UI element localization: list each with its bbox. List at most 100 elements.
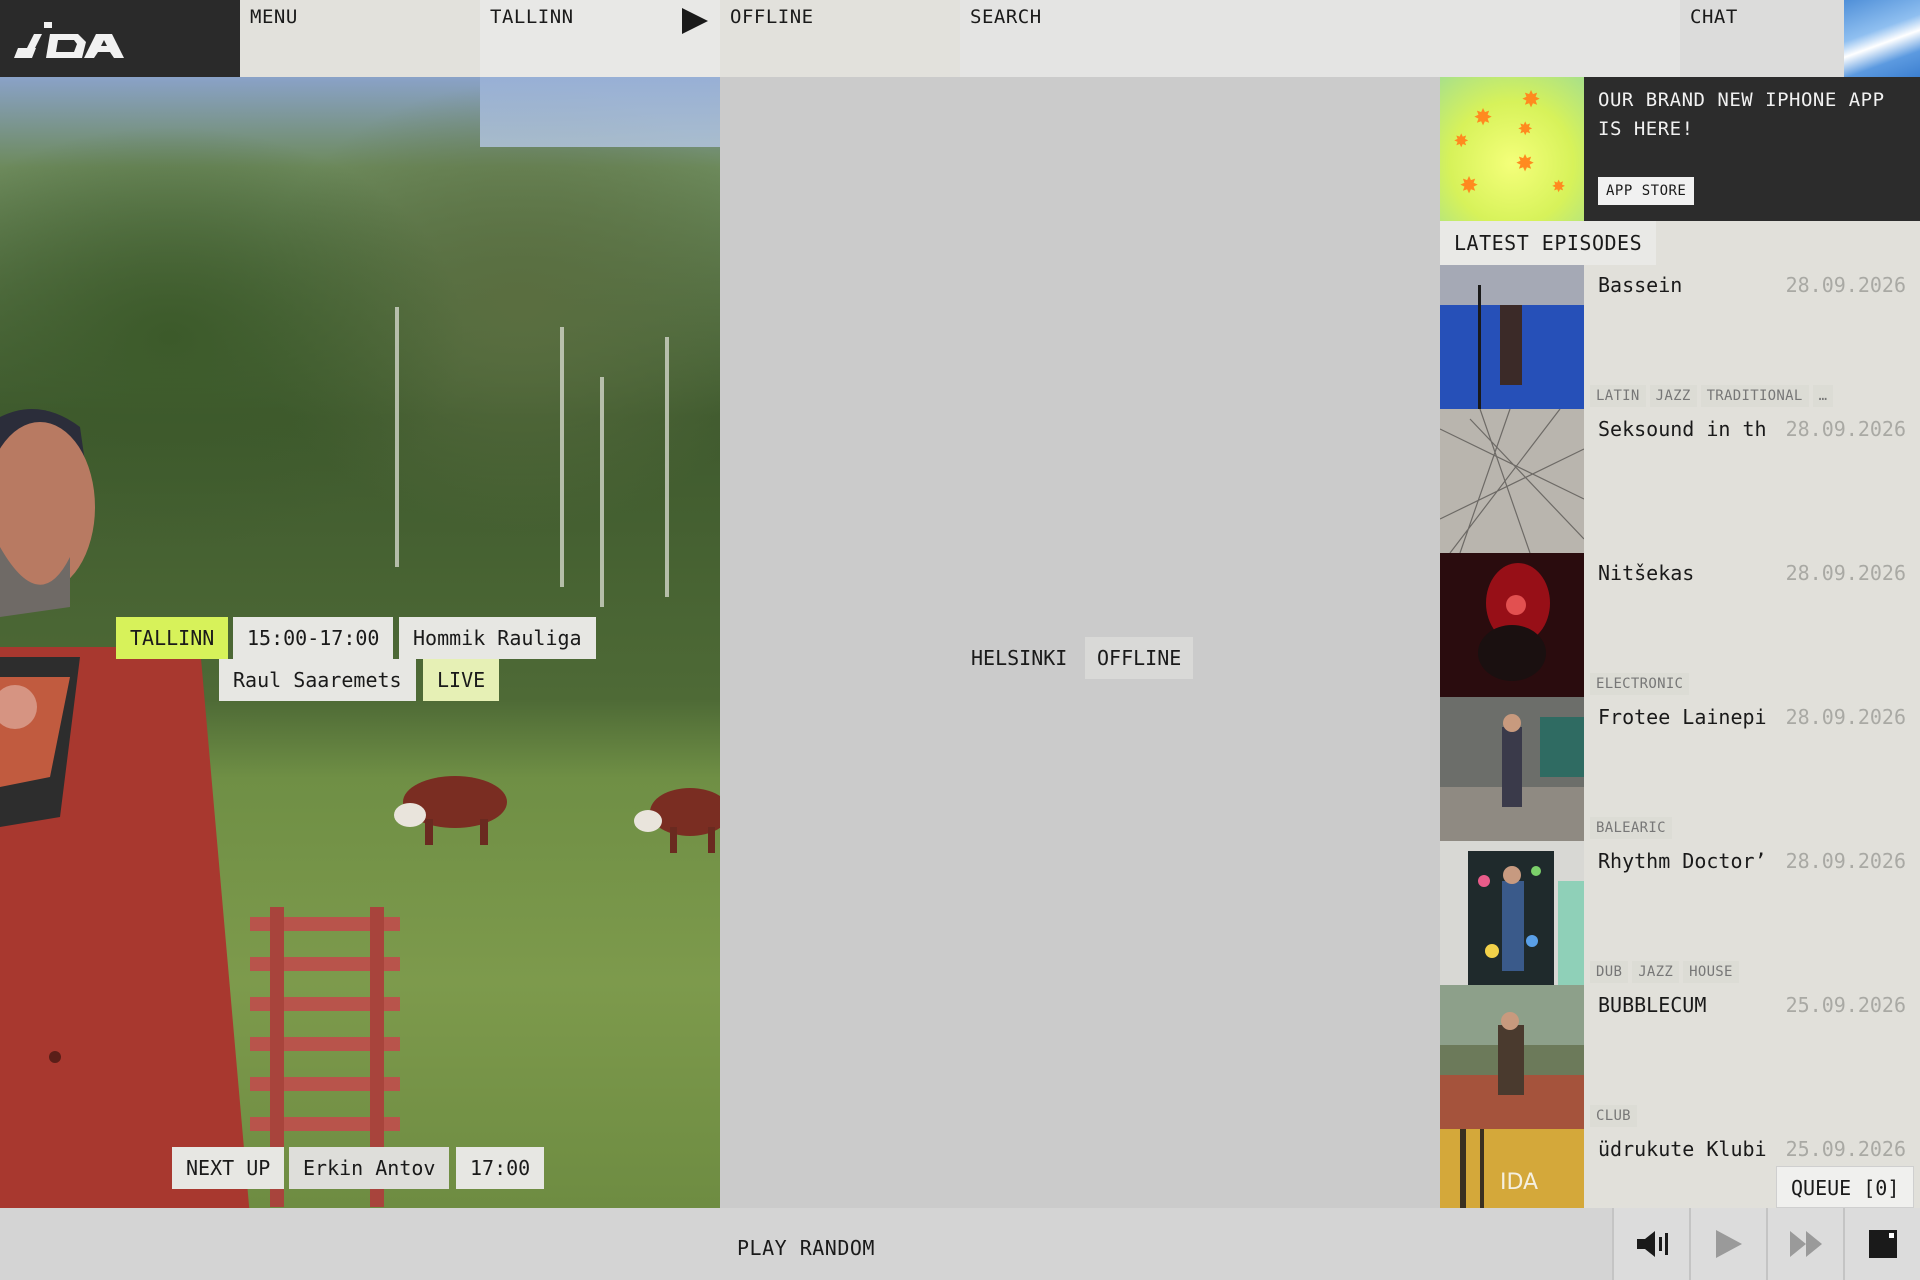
- star-icon: ✸: [1474, 98, 1493, 133]
- sky-image: [1844, 0, 1920, 77]
- star-icon: ✸: [1460, 166, 1479, 201]
- episode-date: 28.09.2026: [1785, 705, 1906, 729]
- nav-menu[interactable]: MENU: [240, 0, 480, 77]
- promo-body: OUR BRAND NEW IPHONE APP IS HERE! APP ST…: [1584, 77, 1920, 221]
- fullscreen-button[interactable]: [1843, 1208, 1920, 1280]
- show-title[interactable]: Hommik Rauliga: [399, 617, 596, 659]
- episode-date: 28.09.2026: [1785, 849, 1906, 873]
- show-host[interactable]: Raul Saaremets: [219, 659, 416, 701]
- helsinki-stream-panel[interactable]: HELSINKI OFFLINE: [720, 77, 1440, 1208]
- nav-menu-label: MENU: [250, 6, 298, 28]
- episode-item[interactable]: Rhythm Doctor’ 28.09.2026 DUB JAZZ HOUSE: [1440, 841, 1920, 985]
- episode-title[interactable]: Frotee Lainepi: [1598, 705, 1773, 729]
- episode-item[interactable]: BUBBLECUM 25.09.2026 CLUB: [1440, 985, 1920, 1129]
- genre-tag[interactable]: CLUB: [1590, 1105, 1637, 1127]
- episode-thumbnail[interactable]: [1440, 409, 1584, 553]
- nav-tallinn[interactable]: TALLINN: [480, 0, 720, 77]
- promo-text: OUR BRAND NEW IPHONE APP IS HERE!: [1598, 89, 1885, 140]
- episode-item[interactable]: Bassein 28.09.2026 LATIN JAZZ TRADITIONA…: [1440, 265, 1920, 409]
- star-icon: ✸: [1552, 173, 1566, 198]
- volume-button[interactable]: [1612, 1208, 1689, 1280]
- episode-date: 28.09.2026: [1785, 273, 1906, 297]
- promo-image: ✸ ✸ ✸ ✸ ✸ ✸ ✸: [1440, 77, 1584, 221]
- episode-thumbnail[interactable]: [1440, 985, 1584, 1129]
- episode-thumbnail[interactable]: [1440, 841, 1584, 985]
- star-icon: ✸: [1522, 80, 1541, 115]
- episode-tags: DUB JAZZ HOUSE: [1590, 961, 1739, 983]
- episode-tags: BALEARIC: [1590, 817, 1672, 839]
- host-image: [0, 409, 250, 1208]
- birch-trunk: [560, 327, 564, 587]
- star-icon: ✸: [1516, 144, 1535, 179]
- episode-tags: CLUB: [1590, 1105, 1637, 1127]
- episode-date: 25.09.2026: [1785, 1137, 1906, 1161]
- logo-icon: [14, 22, 124, 58]
- episode-thumbnail[interactable]: [1440, 553, 1584, 697]
- ida-logo[interactable]: [0, 0, 240, 77]
- birch-trunk: [665, 337, 669, 597]
- genre-tag[interactable]: DUB: [1590, 961, 1629, 983]
- genre-tag[interactable]: JAZZ: [1632, 961, 1680, 983]
- episode-tags: LATIN JAZZ TRADITIONAL …: [1590, 385, 1834, 407]
- episode-item[interactable]: Seksound in th 28.09.2026: [1440, 409, 1920, 553]
- birch-trunk: [395, 307, 399, 567]
- genre-tag[interactable]: HOUSE: [1683, 961, 1739, 983]
- live-station-badge: TALLINN: [116, 617, 229, 659]
- next-up-host[interactable]: Erkin Antov: [289, 1147, 450, 1189]
- right-sidebar: ✸ ✸ ✸ ✸ ✸ ✸ ✸ OUR BRAND NEW IPHONE APP I…: [1440, 77, 1920, 1208]
- episode-thumbnail[interactable]: [1440, 265, 1584, 409]
- next-up-time: 17:00: [456, 1147, 545, 1189]
- play-random-button[interactable]: PLAY RANDOM: [737, 1208, 875, 1280]
- play-button[interactable]: [1689, 1208, 1766, 1280]
- genre-tag[interactable]: LATIN: [1590, 385, 1646, 407]
- episode-thumbnail[interactable]: [1440, 697, 1584, 841]
- top-bar: MENU TALLINN OFFLINE SEARCH CHAT: [0, 0, 1920, 77]
- more-tags[interactable]: …: [1812, 385, 1834, 407]
- episode-title[interactable]: Bassein: [1598, 273, 1773, 297]
- nav-search[interactable]: SEARCH: [960, 0, 1680, 77]
- show-time: 15:00-17:00: [233, 617, 394, 659]
- episode-date: 25.09.2026: [1785, 993, 1906, 1017]
- nav-chat-label: CHAT: [1690, 6, 1738, 28]
- cow-image: [394, 776, 507, 845]
- helsinki-station-label: HELSINKI: [971, 646, 1068, 670]
- episode-title[interactable]: Nitšekas: [1598, 561, 1773, 585]
- live-badge: LIVE: [423, 659, 500, 701]
- helsinki-status-badge: OFFLINE: [1085, 637, 1194, 679]
- play-icon[interactable]: [682, 8, 708, 34]
- genre-tag[interactable]: TRADITIONAL: [1700, 385, 1809, 407]
- volume-icon: [1636, 1231, 1668, 1257]
- episode-title[interactable]: üdrukute Klubi: [1598, 1137, 1773, 1161]
- cow-image: [634, 788, 720, 853]
- fast-forward-button[interactable]: [1766, 1208, 1843, 1280]
- tallinn-stream-panel[interactable]: TALLINN 15:00-17:00 Hommik Rauliga Raul …: [0, 77, 720, 1208]
- genre-tag[interactable]: BALEARIC: [1590, 817, 1672, 839]
- fast-forward-icon: [1789, 1231, 1822, 1257]
- app-store-button[interactable]: APP STORE: [1598, 177, 1695, 205]
- episode-title[interactable]: BUBBLECUM: [1598, 993, 1773, 1017]
- episode-thumbnail[interactable]: IDA: [1440, 1129, 1584, 1208]
- nav-tallinn-label: TALLINN: [490, 6, 574, 28]
- fullscreen-icon: [1868, 1230, 1897, 1258]
- app-promo[interactable]: ✸ ✸ ✸ ✸ ✸ ✸ ✸ OUR BRAND NEW IPHONE APP I…: [1440, 77, 1920, 221]
- nav-chat[interactable]: CHAT: [1680, 0, 1844, 77]
- genre-tag[interactable]: JAZZ: [1649, 385, 1697, 407]
- queue-button[interactable]: QUEUE [0]: [1776, 1166, 1915, 1208]
- sky-background: [480, 77, 720, 147]
- episode-item[interactable]: Nitšekas 28.09.2026 ELECTRONIC: [1440, 553, 1920, 697]
- episode-item[interactable]: Frotee Lainepi 28.09.2026 BALEARIC: [1440, 697, 1920, 841]
- svg-text:IDA: IDA: [1500, 1170, 1538, 1195]
- episode-date: 28.09.2026: [1785, 561, 1906, 585]
- episode-title[interactable]: Seksound in th: [1598, 417, 1773, 441]
- genre-tag[interactable]: ELECTRONIC: [1590, 673, 1690, 695]
- next-up-label: NEXT UP: [172, 1147, 285, 1189]
- episode-title[interactable]: Rhythm Doctor’: [1598, 849, 1773, 873]
- latest-episodes-heading: LATEST EPISODES: [1440, 221, 1657, 265]
- play-icon: [1715, 1230, 1742, 1258]
- birch-trunk: [600, 377, 604, 607]
- nav-offline[interactable]: OFFLINE: [720, 0, 960, 77]
- star-icon: ✸: [1518, 113, 1533, 141]
- episode-date: 28.09.2026: [1785, 417, 1906, 441]
- player-bar: PLAY RANDOM: [0, 1208, 1920, 1280]
- nav-search-label: SEARCH: [970, 6, 1042, 28]
